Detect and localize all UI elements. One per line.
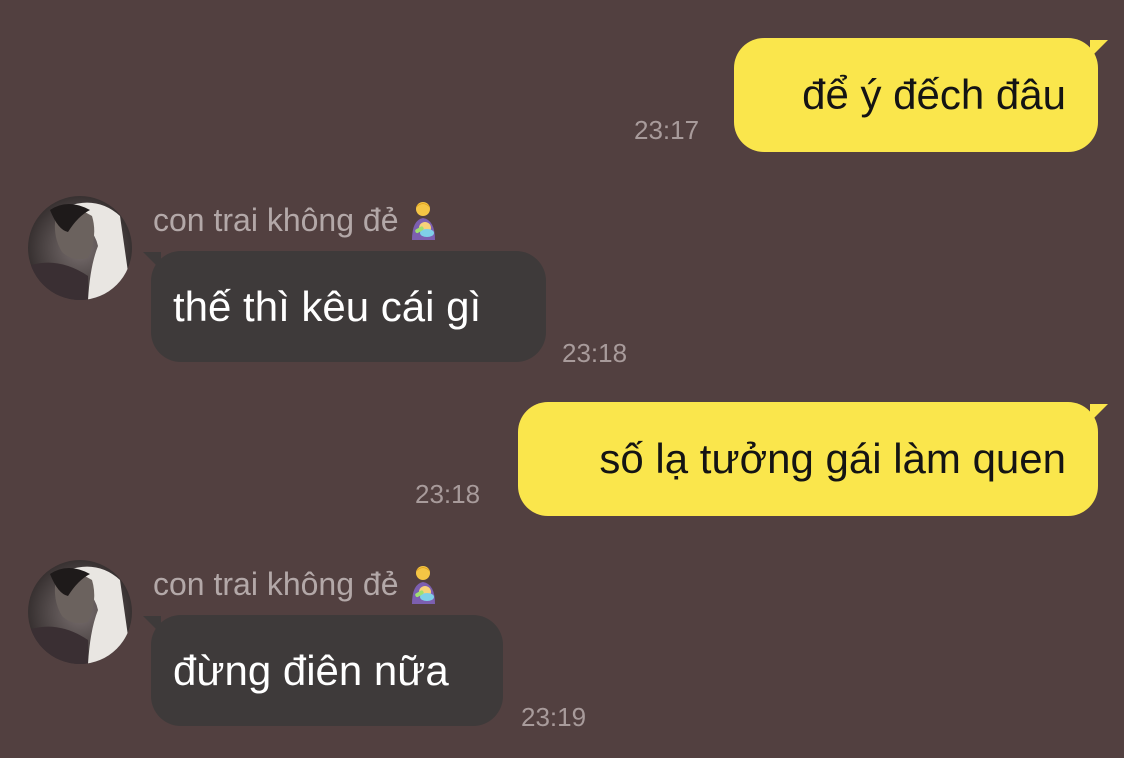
avatar-photo bbox=[28, 196, 132, 300]
bubble-tail bbox=[1090, 404, 1108, 422]
sender-name: con trai không đẻ bbox=[153, 564, 441, 604]
message-timestamp: 23:18 bbox=[415, 479, 481, 509]
message-text: thế thì kêu cái gì bbox=[173, 282, 482, 330]
bubble-tail bbox=[1090, 40, 1108, 58]
bubble-tail bbox=[143, 616, 161, 634]
message-text: đừng điên nữa bbox=[173, 646, 449, 694]
man-feeding-baby-icon bbox=[411, 566, 435, 604]
avatar[interactable] bbox=[28, 196, 132, 300]
outgoing-message-bubble[interactable]: để ý đếch đâu bbox=[734, 38, 1098, 152]
sender-name: con trai không đẻ bbox=[153, 200, 441, 240]
avatar-photo bbox=[28, 560, 132, 664]
message-timestamp: 23:18 bbox=[562, 338, 628, 368]
outgoing-message-bubble[interactable]: số lạ tưởng gái làm quen bbox=[518, 402, 1098, 516]
avatar[interactable] bbox=[28, 560, 132, 664]
sender-name-text: con trai không đẻ bbox=[153, 202, 399, 238]
sender-name-text: con trai không đẻ bbox=[153, 566, 399, 602]
incoming-message-bubble[interactable]: đừng điên nữa bbox=[151, 615, 503, 726]
bubble-tail bbox=[143, 252, 161, 270]
man-feeding-baby-icon bbox=[411, 202, 435, 240]
message-text: số lạ tưởng gái làm quen bbox=[599, 435, 1066, 482]
message-timestamp: 23:17 bbox=[634, 115, 700, 145]
message-timestamp: 23:19 bbox=[521, 702, 587, 732]
message-text: để ý đếch đâu bbox=[802, 71, 1066, 118]
incoming-message-bubble[interactable]: thế thì kêu cái gì bbox=[151, 251, 546, 362]
